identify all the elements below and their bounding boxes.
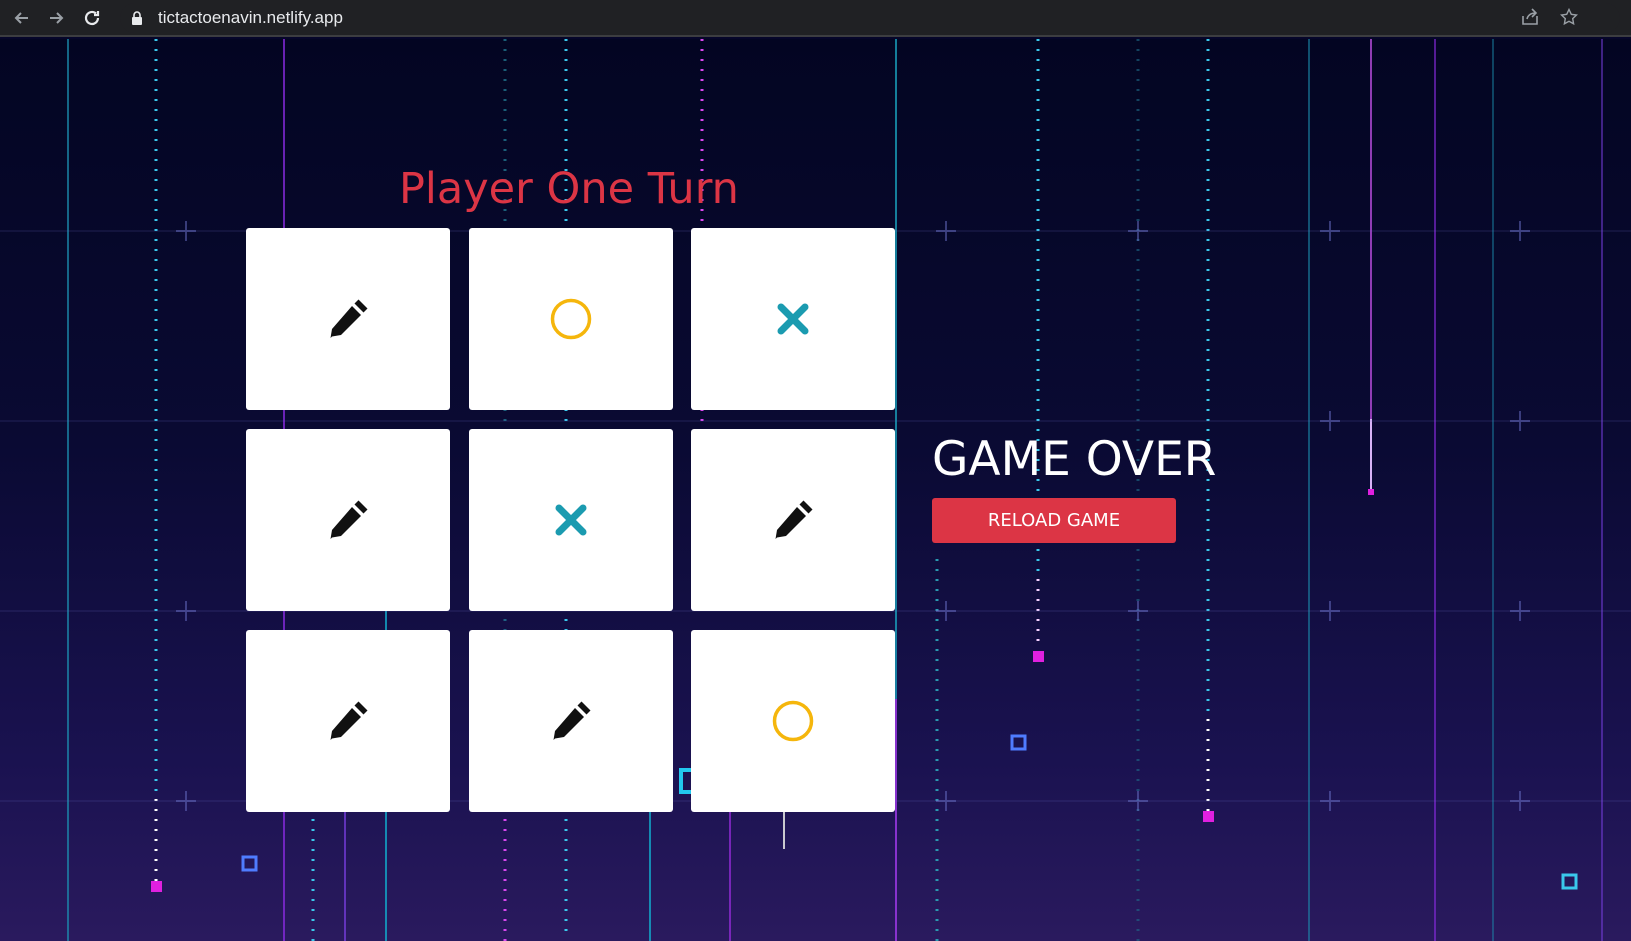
board-cell-0-2[interactable] xyxy=(691,228,895,410)
arrow-left-icon xyxy=(14,11,28,24)
share-icon[interactable] xyxy=(1519,6,1541,28)
star-icon[interactable] xyxy=(1558,6,1580,28)
pencil-icon xyxy=(330,701,368,740)
reload-game-button[interactable]: RELOAD GAME xyxy=(932,498,1176,543)
board-cell-0-0[interactable] xyxy=(246,228,450,410)
pencil-icon xyxy=(775,500,813,539)
x-mark-icon xyxy=(555,504,587,536)
reload-button[interactable] xyxy=(80,6,104,30)
pencil-icon xyxy=(330,500,368,539)
game-over-text: GAME OVER xyxy=(932,432,1217,487)
turn-label: Player One Turn xyxy=(399,164,739,214)
board-cell-1-1[interactable] xyxy=(469,429,673,611)
reload-icon xyxy=(84,10,100,25)
board-cell-0-1[interactable] xyxy=(469,228,673,410)
browser-toolbar: tictactoenavin.netlify.app xyxy=(0,0,1631,37)
pencil-icon xyxy=(330,299,368,338)
forward-button[interactable] xyxy=(44,6,68,30)
pencil-icon xyxy=(553,701,591,740)
lock-icon xyxy=(130,10,144,25)
board-cell-2-1[interactable] xyxy=(469,630,673,812)
tic-tac-toe-board xyxy=(246,228,896,812)
address-bar[interactable]: tictactoenavin.netlify.app xyxy=(120,2,1620,33)
board-cell-2-2[interactable] xyxy=(691,630,895,812)
url-text: tictactoenavin.netlify.app xyxy=(158,7,343,27)
x-mark-icon xyxy=(777,303,809,335)
back-button[interactable] xyxy=(10,6,34,30)
board-cell-1-0[interactable] xyxy=(246,429,450,611)
o-mark-icon xyxy=(772,700,814,742)
board-cell-1-2[interactable] xyxy=(691,429,895,611)
arrow-right-icon xyxy=(50,11,64,24)
board-cell-2-0[interactable] xyxy=(246,630,450,812)
o-mark-icon xyxy=(550,298,592,340)
